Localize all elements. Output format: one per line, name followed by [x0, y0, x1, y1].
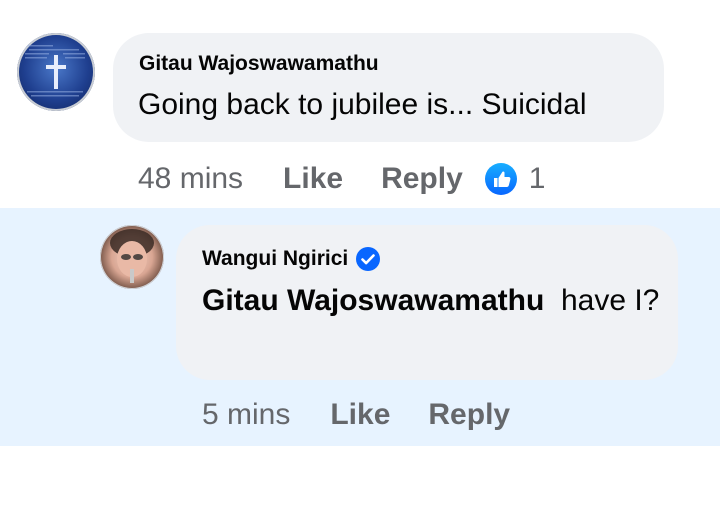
- comment-timestamp[interactable]: 5 mins: [202, 398, 290, 432]
- like-button[interactable]: Like: [330, 398, 390, 432]
- comment-timestamp[interactable]: 48 mins: [138, 162, 243, 196]
- profile-photo-icon: [110, 229, 154, 283]
- avatar[interactable]: [17, 33, 95, 111]
- comment-text: Gitau Wajoswawamathu have I?: [202, 280, 662, 322]
- comment: Gitau Wajoswawamathu Going back to jubil…: [0, 0, 720, 208]
- comment-body: have I?: [560, 284, 660, 317]
- avatar[interactable]: [100, 225, 164, 289]
- reply-button[interactable]: Reply: [428, 398, 510, 432]
- comment-author: Wangui Ngirici: [202, 247, 381, 271]
- comment-bubble: Wangui Ngirici Gitau Wajoswawamathu have…: [176, 225, 678, 380]
- comment-actions: 48 mins Like Reply 1: [138, 158, 545, 200]
- reaction-count: 1: [528, 162, 546, 195]
- thumbs-up-icon: [484, 163, 517, 195]
- cross-image-icon: [25, 45, 85, 97]
- reply-button[interactable]: Reply: [381, 162, 463, 196]
- like-button[interactable]: Like: [283, 162, 343, 196]
- comment-author[interactable]: Gitau Wajoswawamathu: [139, 52, 379, 76]
- verified-badge-icon: [356, 247, 381, 271]
- comment-text: Going back to jubilee is... Suicidal: [138, 88, 587, 121]
- comment-thread: Gitau Wajoswawamathu Going back to jubil…: [0, 0, 720, 508]
- comment-author-name[interactable]: Wangui Ngirici: [202, 247, 348, 271]
- reaction-summary[interactable]: 1: [484, 162, 546, 196]
- comment-bubble: Gitau Wajoswawamathu Going back to jubil…: [113, 33, 664, 142]
- comment-actions: 5 mins Like Reply: [202, 394, 532, 436]
- mention-link[interactable]: Gitau Wajoswawamathu: [202, 284, 544, 317]
- reply-comment: Wangui Ngirici Gitau Wajoswawamathu have…: [0, 208, 720, 446]
